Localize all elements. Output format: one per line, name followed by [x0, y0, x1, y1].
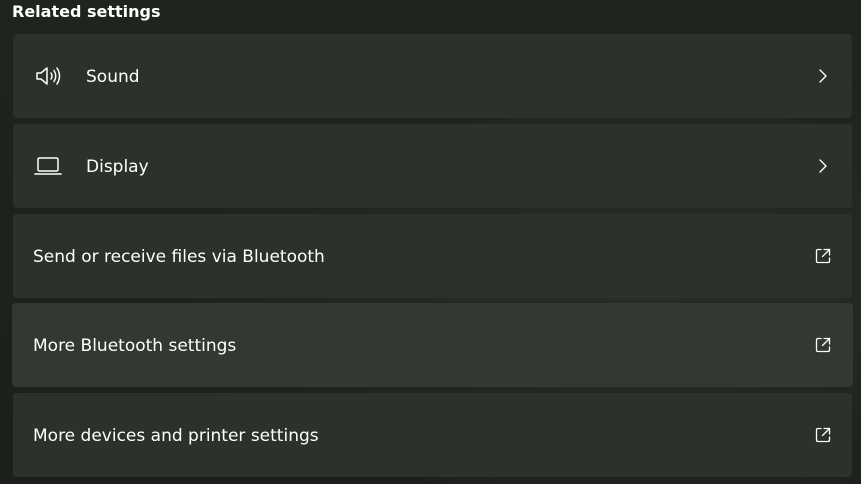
- open-external-icon: [814, 336, 832, 354]
- chevron-right-icon: [814, 157, 832, 175]
- bluetooth-file-transfer-link[interactable]: Send or receive files via Bluetooth: [13, 214, 852, 298]
- display-settings-link[interactable]: Display: [13, 124, 852, 208]
- sound-settings-link[interactable]: Sound: [13, 34, 852, 118]
- devices-and-printers-link[interactable]: More devices and printer settings: [13, 393, 852, 477]
- section-title: Related settings: [12, 2, 161, 21]
- devices-and-printers-label: More devices and printer settings: [33, 426, 319, 446]
- settings-page: Related settings Sound Display Send or r…: [0, 0, 861, 484]
- chevron-right-icon: [814, 67, 832, 85]
- sound-label: Sound: [86, 67, 140, 87]
- display-label: Display: [86, 157, 149, 177]
- laptop-icon: [33, 154, 63, 178]
- open-external-icon: [814, 247, 832, 265]
- more-bluetooth-settings-label: More Bluetooth settings: [33, 336, 237, 356]
- open-external-icon: [814, 426, 832, 444]
- bluetooth-file-transfer-label: Send or receive files via Bluetooth: [33, 247, 325, 267]
- more-bluetooth-settings-link[interactable]: More Bluetooth settings: [12, 303, 853, 387]
- speaker-icon: [33, 64, 63, 88]
